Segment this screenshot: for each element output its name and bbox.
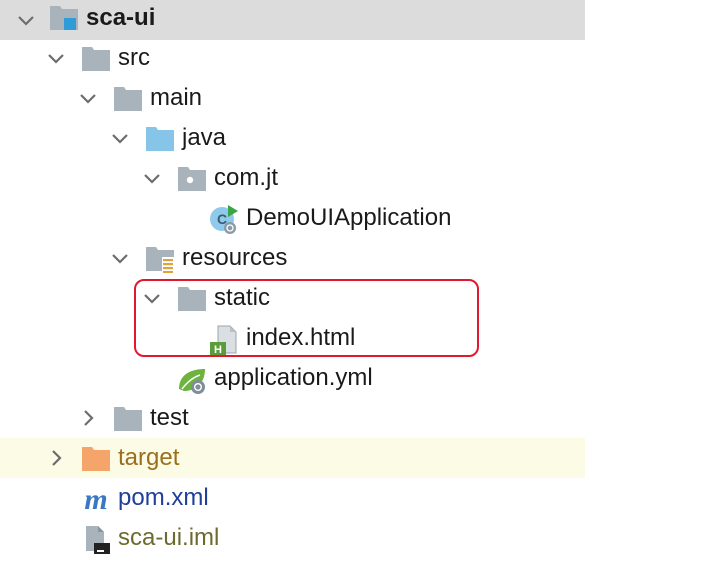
- tree-row-java[interactable]: java: [0, 118, 719, 158]
- tree-row-index-html[interactable]: H index.html: [0, 318, 719, 358]
- project-tree: sca-ui src main java com.jt C DemoUIAppl…: [0, 0, 719, 564]
- source-folder-icon: [146, 127, 174, 151]
- chevron-down-icon[interactable]: [110, 248, 130, 268]
- tree-label: DemoUIApplication: [246, 204, 452, 231]
- tree-label: resources: [182, 244, 288, 271]
- maven-icon: m: [84, 483, 107, 515]
- tree-row-pom-xml[interactable]: m pom.xml: [0, 478, 719, 518]
- tree-label: test: [150, 404, 189, 431]
- spring-boot-class-icon: C: [210, 205, 238, 234]
- tree-label: src: [118, 44, 150, 71]
- tree-label: target: [118, 444, 180, 471]
- tree-row-main[interactable]: main: [0, 78, 719, 118]
- folder-icon: [114, 407, 142, 431]
- folder-icon: [114, 87, 142, 111]
- spring-config-icon: [179, 369, 205, 394]
- tree-label: main: [150, 84, 203, 111]
- html-file-icon: H: [210, 325, 237, 355]
- tree-label: java: [182, 124, 227, 151]
- tree-label: sca-ui: [86, 4, 156, 31]
- tree-row-target[interactable]: target: [0, 438, 719, 478]
- chevron-down-icon[interactable]: [142, 168, 162, 188]
- tree-label: application.yml: [214, 364, 373, 391]
- tree-label: static: [214, 284, 271, 311]
- chevron-down-icon[interactable]: [142, 288, 162, 308]
- tree-row-demo-ui-application[interactable]: C DemoUIApplication: [0, 198, 719, 238]
- iml-file-icon: [86, 526, 110, 554]
- folder-icon: [82, 47, 110, 71]
- folder-icon: [178, 287, 206, 311]
- svg-text:m: m: [84, 483, 107, 515]
- chevron-down-icon[interactable]: [110, 128, 130, 148]
- tree-row-sca-ui[interactable]: sca-ui: [0, 0, 719, 40]
- chevron-right-icon[interactable]: [78, 408, 98, 428]
- svg-text:H: H: [214, 344, 222, 355]
- tree-row-resources[interactable]: resources: [0, 238, 719, 278]
- package-icon: [178, 167, 206, 191]
- tree-row-com-jt[interactable]: com.jt: [0, 158, 719, 198]
- tree-row-application-yml[interactable]: application.yml: [0, 358, 719, 398]
- tree-label: com.jt: [214, 164, 279, 191]
- chevron-down-icon[interactable]: [46, 48, 66, 68]
- excluded-folder-icon: [82, 447, 110, 471]
- tree-row-test[interactable]: test: [0, 398, 719, 438]
- tree-label: index.html: [246, 324, 356, 351]
- chevron-down-icon[interactable]: [16, 10, 36, 30]
- tree-row-static[interactable]: static: [0, 278, 719, 318]
- resources-folder-icon: [146, 247, 174, 273]
- chevron-right-icon[interactable]: [46, 448, 66, 468]
- tree-row-sca-ui-iml[interactable]: sca-ui.iml: [0, 518, 719, 558]
- tree-label: sca-ui.iml: [118, 524, 220, 551]
- chevron-down-icon[interactable]: [78, 88, 98, 108]
- tree-label: pom.xml: [118, 484, 209, 511]
- module-folder-icon: [50, 6, 78, 30]
- tree-row-src[interactable]: src: [0, 38, 719, 78]
